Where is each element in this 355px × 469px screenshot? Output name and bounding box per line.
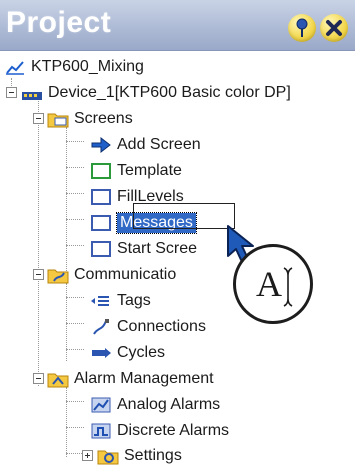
tree-item-label: Template: [117, 162, 182, 179]
collapse-toggle[interactable]: [33, 269, 44, 280]
add-arrow-icon: [90, 135, 112, 155]
screen-icon: [90, 187, 112, 207]
tree-item-label: Screens: [74, 110, 133, 127]
screen-icon: [90, 239, 112, 259]
tree-item-add-screen[interactable]: Add Screen: [90, 132, 201, 158]
text-cursor-icon: [283, 267, 293, 307]
tree-item-label: Alarm Management: [74, 370, 214, 387]
alarm-folder-icon: [47, 369, 69, 389]
tree-item-tags[interactable]: Tags: [90, 288, 151, 314]
device-icon: [21, 83, 43, 103]
tags-icon: [90, 291, 112, 311]
tree-line: [66, 387, 67, 457]
pin-button[interactable]: [288, 14, 316, 42]
collapse-toggle[interactable]: [33, 373, 44, 384]
close-icon: [326, 20, 342, 36]
text-cursor-callout: A: [233, 244, 313, 324]
expand-toggle[interactable]: [82, 450, 93, 461]
tree-item-communication[interactable]: Communicatio: [47, 262, 176, 288]
tree-item-start-screen[interactable]: Start Scree: [90, 236, 197, 262]
tree-item-label: Discrete Alarms: [117, 422, 230, 439]
tree-item-project[interactable]: KTP600_Mixing: [4, 54, 144, 80]
tree-item-label: Settings: [124, 447, 182, 464]
tree-item-analog-alarms[interactable]: Analog Alarms: [90, 392, 220, 418]
tree-item-label: KTP600_Mixing: [31, 58, 144, 75]
tree-line: [66, 349, 84, 350]
tree-line: [66, 401, 84, 402]
project-icon: [4, 57, 26, 77]
tree-item-label: Analog Alarms: [117, 396, 221, 413]
cycles-icon: [90, 343, 112, 363]
template-screen-icon: [90, 161, 112, 181]
rename-outline: [133, 203, 235, 229]
screen-icon: [90, 213, 112, 233]
tree-line: [38, 101, 39, 386]
analog-alarm-icon: [90, 395, 112, 415]
tree-item-label: Device_1[KTP600 Basic color DP]: [48, 84, 291, 101]
tree-item-settings[interactable]: Settings: [97, 443, 182, 469]
tree-item-alarm-management[interactable]: Alarm Management: [47, 366, 214, 392]
tree-line: [66, 141, 84, 142]
panel-title: Project: [6, 6, 112, 39]
tree-item-cycles[interactable]: Cycles: [90, 340, 165, 366]
tree-line: [66, 323, 84, 324]
tree-item-label: Communicatio: [74, 266, 177, 283]
tree-line: [66, 219, 84, 220]
project-tree: KTP600_Mixing Device_1[KTP600 Basic colo…: [0, 52, 355, 465]
tree-item-connections[interactable]: Connections: [90, 314, 206, 340]
tree-line: [66, 427, 84, 428]
tree-item-label: Add Screen: [117, 136, 201, 153]
connections-icon: [90, 317, 112, 337]
tree-item-screens[interactable]: Screens: [47, 106, 133, 132]
pin-icon: [296, 18, 308, 37]
discrete-alarm-icon: [90, 421, 112, 441]
close-button[interactable]: [320, 14, 348, 42]
tree-item-discrete-alarms[interactable]: Discrete Alarms: [90, 418, 229, 444]
tree-line: [66, 193, 84, 194]
tree-item-label: Start Scree: [117, 240, 198, 257]
communication-folder-icon: [47, 265, 69, 285]
collapse-toggle[interactable]: [6, 87, 17, 98]
tree-item-label: Connections: [117, 318, 206, 335]
tree-item-label: Tags: [117, 292, 151, 309]
tree-item-label: Cycles: [117, 344, 166, 361]
tree-item-template[interactable]: Template: [90, 158, 182, 184]
tree-line: [66, 127, 67, 283]
screens-folder-icon: [47, 109, 69, 129]
tree-line: [66, 297, 84, 298]
tree-item-device[interactable]: Device_1[KTP600 Basic color DP]: [21, 80, 291, 106]
collapse-toggle[interactable]: [33, 113, 44, 124]
callout-letter: A: [256, 264, 282, 304]
tree-line: [66, 245, 84, 246]
project-panel-header: Project: [0, 0, 355, 51]
settings-icon: [97, 446, 119, 466]
tree-line: [66, 167, 84, 168]
